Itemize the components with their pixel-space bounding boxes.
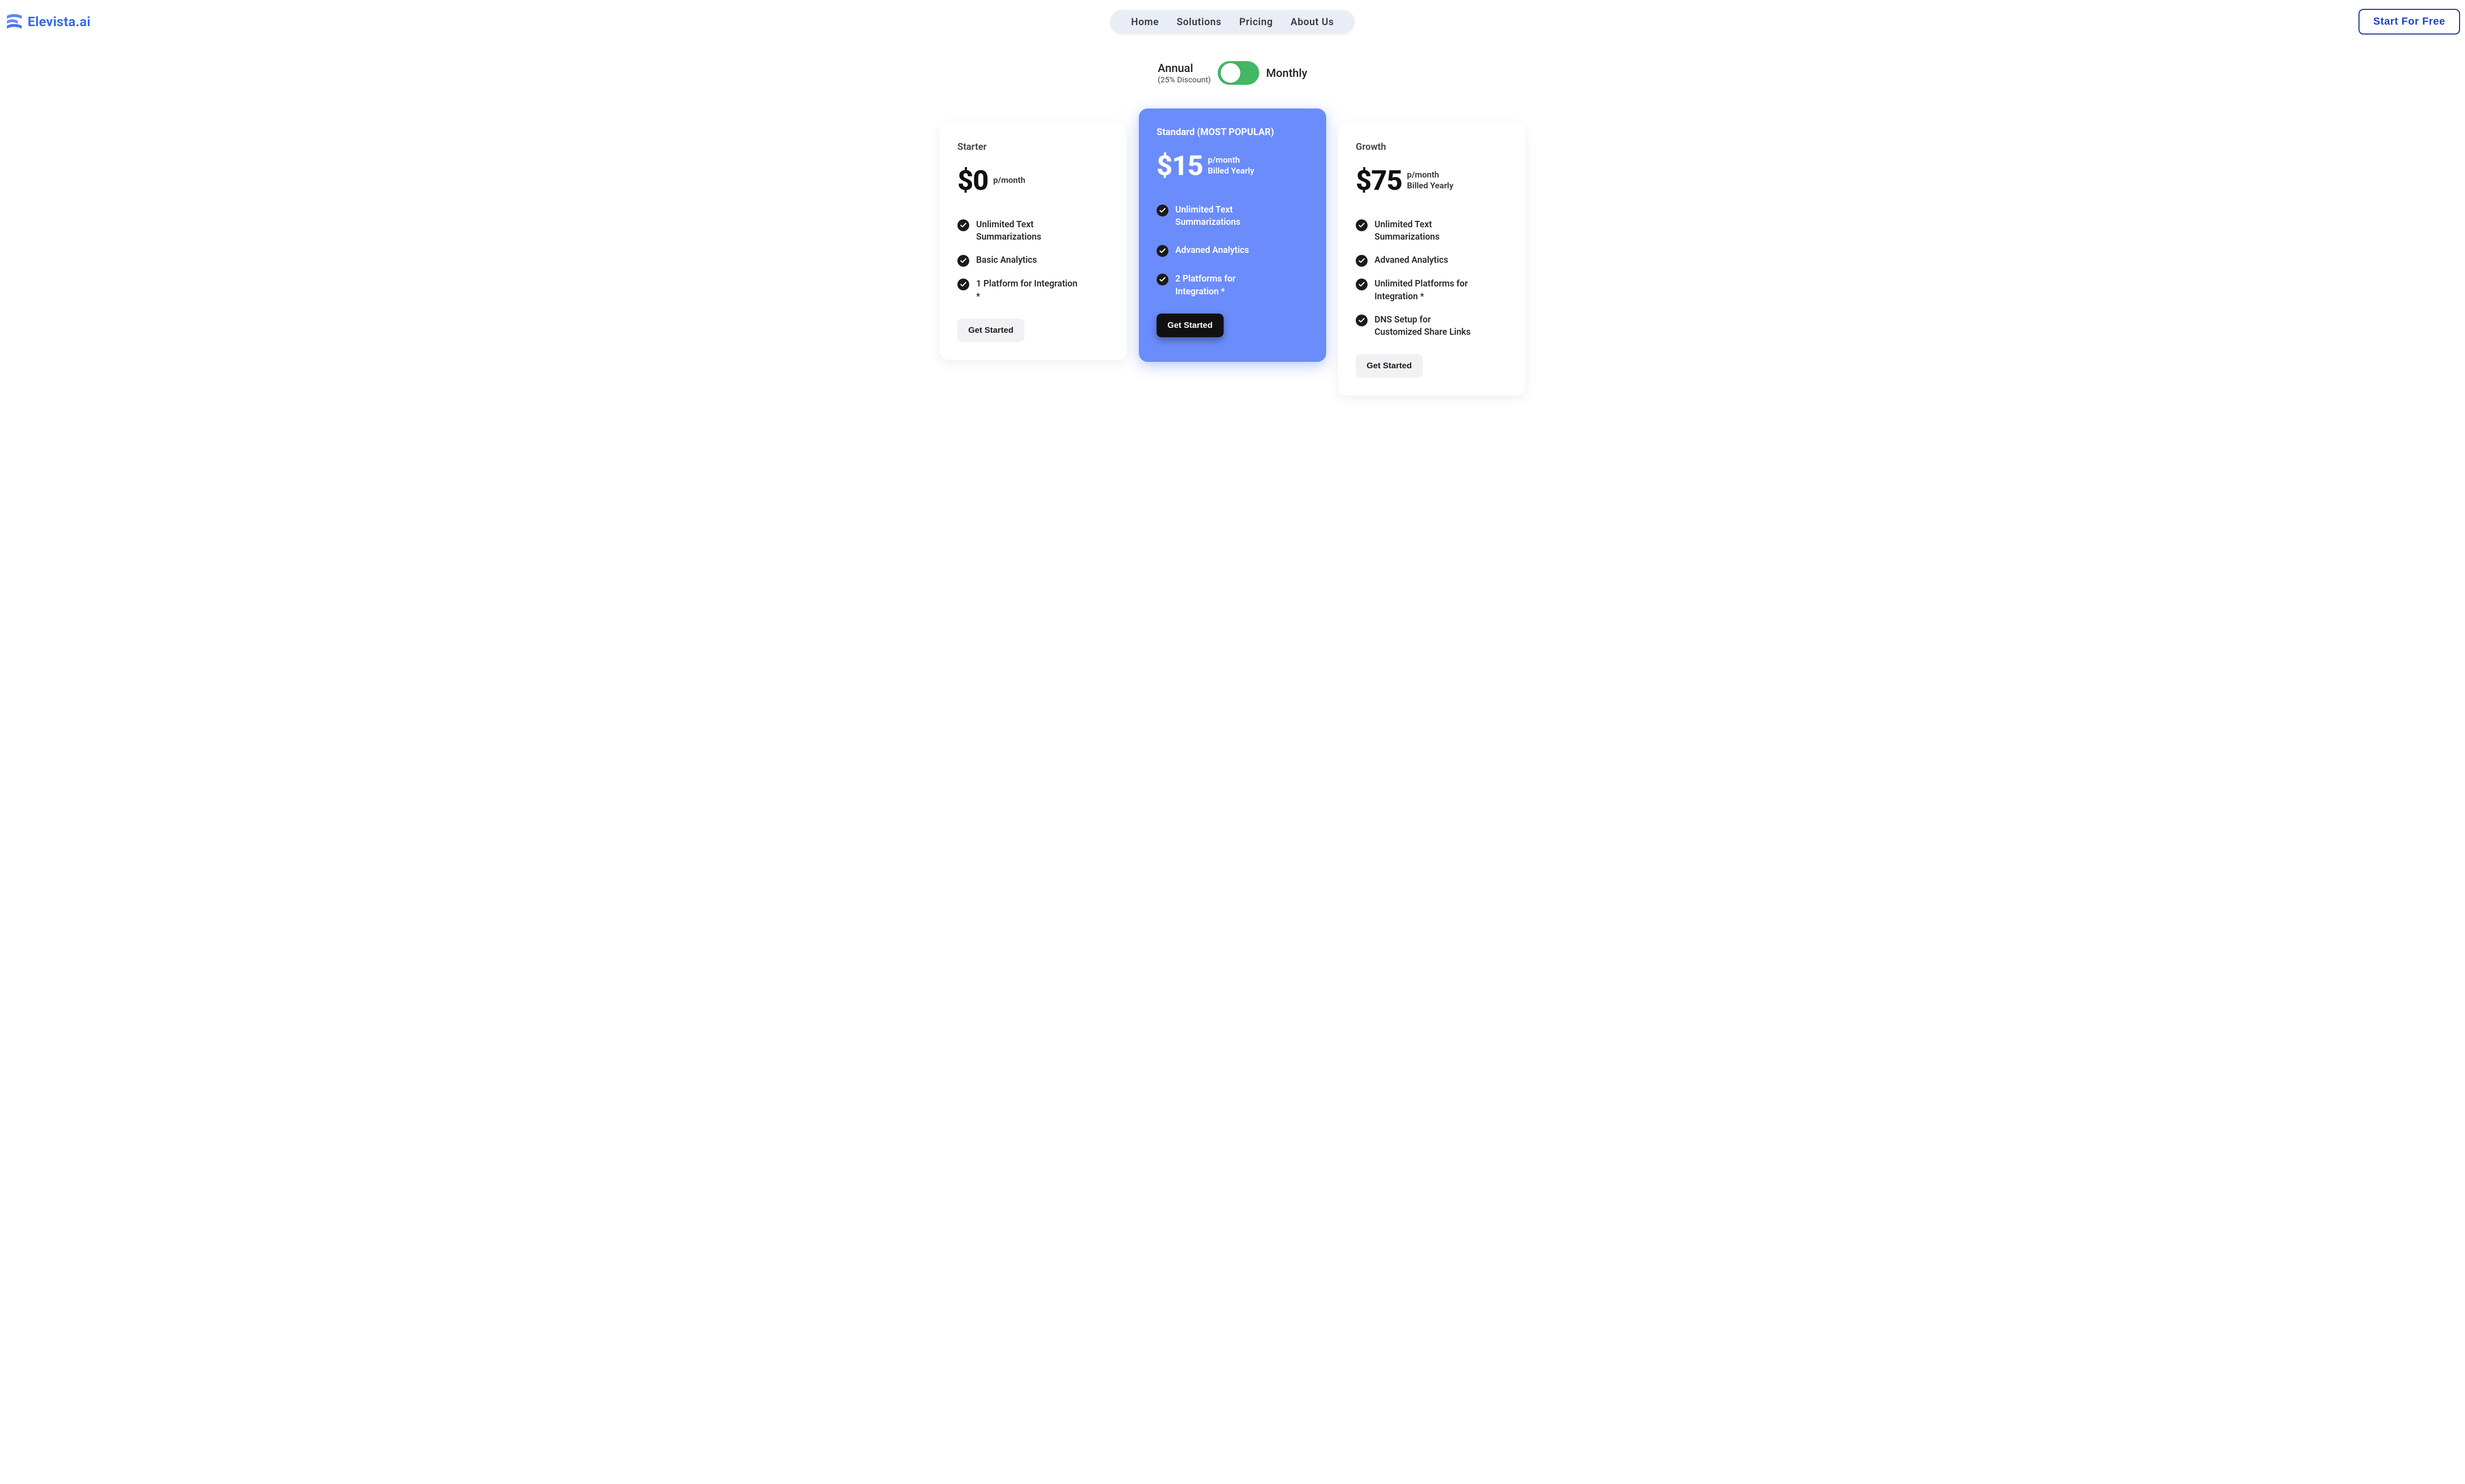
header: Elevista.ai Home Solutions Pricing About… <box>5 9 2460 35</box>
plan-price: $75 <box>1356 164 1402 197</box>
price-row: $15 p/month Billed Yearly <box>1157 149 1308 182</box>
feature-item: 2 Platforms for Integration * <box>1157 273 1308 297</box>
nav-solutions[interactable]: Solutions <box>1177 16 1222 28</box>
billing-monthly-text: Monthly <box>1266 67 1307 80</box>
pricing-cards: Starter $0 p/month Unlimited Text Summar… <box>5 123 2460 395</box>
feature-item: 1 Platform for Integration * <box>957 278 1109 302</box>
feature-text: Advaned Analytics <box>1374 254 1448 266</box>
nav-home[interactable]: Home <box>1131 16 1159 28</box>
feature-item: Advaned Analytics <box>1356 254 1508 267</box>
feature-item: Unlimited Text Summarizations <box>1356 218 1508 243</box>
get-started-button[interactable]: Get Started <box>1157 314 1224 337</box>
billing-annual-sub: (25% Discount) <box>1158 75 1211 84</box>
check-icon <box>957 279 969 290</box>
check-icon <box>1356 219 1368 231</box>
nav-pricing[interactable]: Pricing <box>1239 16 1273 28</box>
plan-card-standard: Standard (MOST POPULAR) $15 p/month Bill… <box>1139 108 1326 362</box>
start-for-free-button[interactable]: Start For Free <box>2359 9 2460 35</box>
plan-name: Growth <box>1356 141 1508 152</box>
feature-text: DNS Setup for Customized Share Links <box>1374 314 1478 338</box>
feature-item: Unlimited Platforms for Integration * <box>1356 278 1508 302</box>
check-icon <box>1157 245 1168 257</box>
plan-price: $0 <box>957 164 988 197</box>
feature-text: Unlimited Text Summarizations <box>1175 204 1279 228</box>
logo[interactable]: Elevista.ai <box>5 13 91 30</box>
plan-name: Standard (MOST POPULAR) <box>1157 126 1308 138</box>
plan-period: p/month <box>1208 155 1254 166</box>
logo-text: Elevista.ai <box>28 14 91 30</box>
billing-switch[interactable] <box>1218 61 1259 85</box>
plan-price: $15 <box>1157 149 1203 182</box>
check-icon <box>957 219 969 231</box>
check-icon <box>1157 274 1168 285</box>
feature-text: Advaned Analytics <box>1175 244 1249 256</box>
get-started-button[interactable]: Get Started <box>957 318 1024 342</box>
switch-knob <box>1221 63 1240 83</box>
billing-monthly-label: Monthly <box>1266 67 1307 80</box>
main-nav: Home Solutions Pricing About Us <box>1110 10 1354 34</box>
check-icon <box>1356 279 1368 290</box>
plan-period: p/month <box>1407 170 1453 180</box>
plan-features: Unlimited Text Summarizations Advaned An… <box>1356 218 1508 338</box>
plan-billing: Billed Yearly <box>1407 180 1453 191</box>
feature-item: Unlimited Text Summarizations <box>957 218 1109 243</box>
plan-billing: Billed Yearly <box>1208 166 1254 177</box>
price-row: $75 p/month Billed Yearly <box>1356 164 1508 197</box>
feature-text: Unlimited Text Summarizations <box>1374 218 1478 243</box>
feature-item: Unlimited Text Summarizations <box>1157 204 1308 228</box>
feature-item: DNS Setup for Customized Share Links <box>1356 314 1508 338</box>
plan-name: Starter <box>957 141 1109 152</box>
billing-annual-text: Annual <box>1158 62 1211 75</box>
plan-card-growth: Growth $75 p/month Billed Yearly Unlimit… <box>1338 123 1525 395</box>
plan-price-sub: p/month <box>993 175 1025 186</box>
check-icon <box>1157 205 1168 216</box>
feature-text: Unlimited Platforms for Integration * <box>1374 278 1478 302</box>
price-row: $0 p/month <box>957 164 1109 197</box>
get-started-button[interactable]: Get Started <box>1356 354 1423 378</box>
check-icon <box>1356 255 1368 267</box>
billing-annual-label: Annual (25% Discount) <box>1158 62 1211 84</box>
feature-text: 2 Platforms for Integration * <box>1175 273 1279 297</box>
feature-text: Unlimited Text Summarizations <box>976 218 1080 243</box>
plan-period: p/month <box>993 175 1025 186</box>
feature-item: Advaned Analytics <box>1157 244 1308 257</box>
check-icon <box>957 255 969 267</box>
feature-item: Basic Analytics <box>957 254 1109 267</box>
plan-features: Unlimited Text Summarizations Basic Anal… <box>957 218 1109 303</box>
plan-features: Unlimited Text Summarizations Advaned An… <box>1157 204 1308 298</box>
feature-text: 1 Platform for Integration * <box>976 278 1080 302</box>
logo-icon <box>5 13 23 30</box>
plan-card-starter: Starter $0 p/month Unlimited Text Summar… <box>940 123 1127 360</box>
check-icon <box>1356 315 1368 326</box>
plan-price-sub: p/month Billed Yearly <box>1407 170 1453 191</box>
billing-toggle: Annual (25% Discount) Monthly <box>5 61 2460 85</box>
nav-about-us[interactable]: About Us <box>1291 16 1334 28</box>
plan-price-sub: p/month Billed Yearly <box>1208 155 1254 177</box>
feature-text: Basic Analytics <box>976 254 1037 266</box>
